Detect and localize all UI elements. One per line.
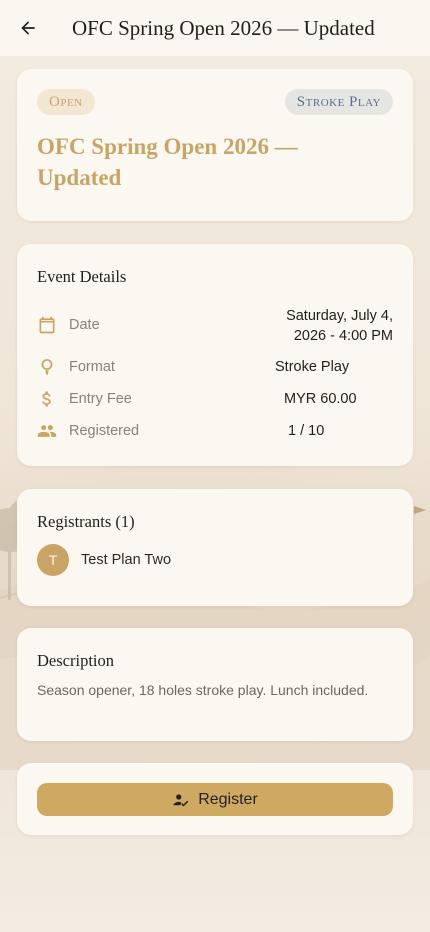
event-details-card: Event Details Date Saturday, July 4, 202… — [17, 244, 413, 466]
registered-value: 1 / 10 — [288, 423, 325, 439]
avatar: T — [37, 544, 69, 576]
page-title: OFC Spring Open 2026 — Updated — [72, 15, 375, 40]
registered-label: Registered — [69, 423, 140, 439]
detail-row-registered: Registered 1 / 10 — [37, 421, 393, 443]
entry-fee-value: MYR 60.00 — [284, 391, 357, 407]
arrow-back-icon — [21, 21, 35, 35]
entry-fee-label: Entry Fee — [69, 391, 132, 407]
date-value-line2: 2026 - 4:00 PM — [293, 328, 393, 344]
register-button[interactable]: Register — [37, 783, 393, 816]
detail-row-date: Date Saturday, July 4, 2026 - 4:00 PM — [37, 308, 393, 344]
date-label: Date — [69, 317, 100, 333]
registrants-heading: Registrants (1) — [37, 512, 135, 531]
event-title: OFC Spring Open 2026 — Updated — [37, 134, 298, 190]
date-value: Saturday, July 4, 2026 - 4:00 PM — [286, 306, 393, 346]
format-label: Format — [69, 359, 115, 375]
app-bar: OFC Spring Open 2026 — Updated — [0, 0, 430, 56]
registrants-card: Registrants (1) T Test Plan Two — [17, 489, 413, 606]
dollar-icon — [42, 391, 51, 407]
description-heading: Description — [37, 651, 114, 670]
actions-card: Register — [17, 763, 413, 835]
people-icon — [37, 425, 57, 437]
format-badge: Stroke Play — [284, 89, 393, 115]
person-check-icon — [173, 793, 189, 807]
description-text: Season opener, 18 holes stroke play. Lun… — [37, 682, 369, 698]
golf-tee-icon — [41, 359, 53, 375]
description-card: Description Season opener, 18 holes stro… — [17, 628, 413, 741]
format-value: Stroke Play — [275, 359, 350, 375]
register-button-label: Register — [198, 790, 258, 808]
detail-row-format: Format Stroke Play — [37, 357, 393, 379]
back-button[interactable] — [0, 0, 56, 56]
event-details-heading: Event Details — [37, 267, 127, 286]
event-hero-card: Open Stroke Play OFC Spring Open 2026 — … — [17, 69, 413, 221]
status-badge: Open — [37, 89, 95, 115]
registrant-name: Test Plan Two — [81, 552, 172, 568]
date-value-line1: Saturday, July 4, — [286, 308, 393, 324]
detail-row-entry-fee: Entry Fee MYR 60.00 — [37, 389, 393, 411]
calendar-icon — [39, 316, 55, 334]
